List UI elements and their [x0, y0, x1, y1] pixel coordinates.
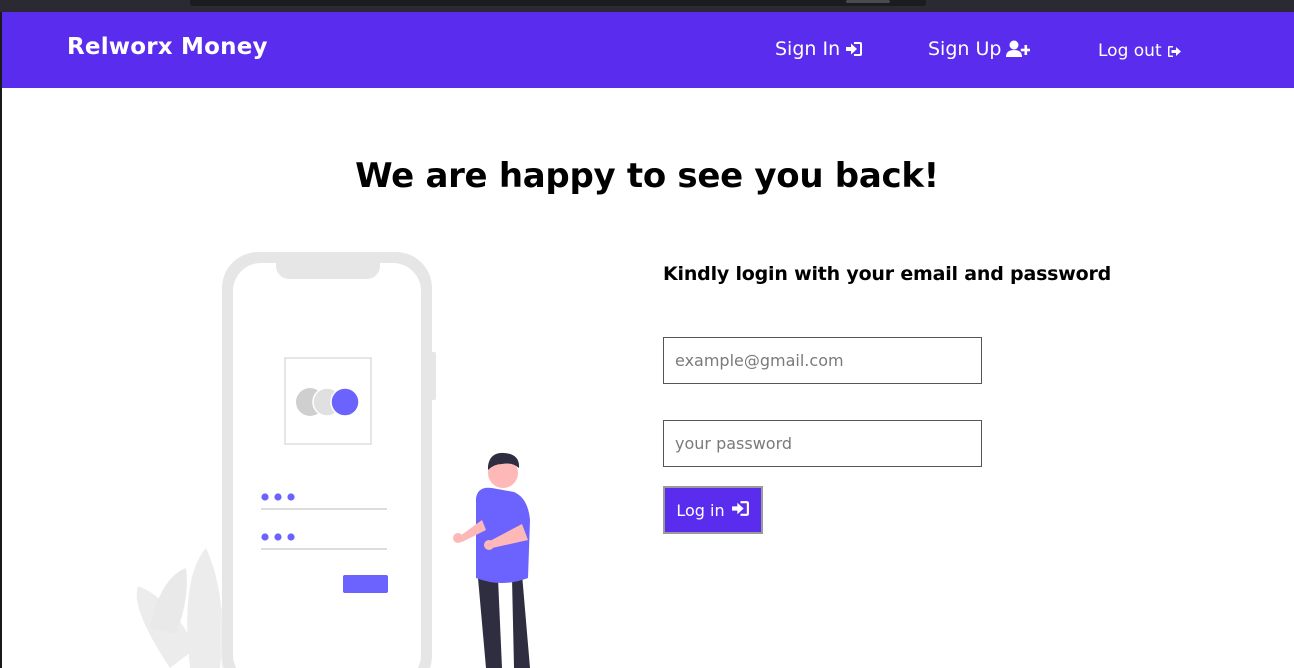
sign-in-icon	[845, 41, 863, 57]
nav-sign-in-label: Sign In	[775, 38, 841, 60]
nav-sign-in[interactable]: Sign In	[775, 38, 863, 60]
window-edge	[0, 12, 2, 668]
brand-logo[interactable]: Relworx Money	[67, 34, 268, 60]
login-instructions: Kindly login with your email and passwor…	[663, 263, 1112, 285]
browser-tab-handle	[846, 0, 890, 3]
page: Relworx Money Sign In Sign Up Log out We…	[0, 0, 1294, 668]
browser-tab-strip	[190, 0, 926, 6]
person-illustration	[453, 452, 530, 668]
page-title: We are happy to see you back!	[355, 156, 939, 196]
nav-log-out[interactable]: Log out	[1098, 41, 1182, 61]
nav-sign-up[interactable]: Sign Up	[928, 38, 1031, 60]
user-plus-icon	[1006, 40, 1031, 58]
login-button[interactable]: Log in	[663, 486, 763, 534]
browser-chrome	[0, 0, 1294, 12]
email-field[interactable]	[663, 337, 982, 384]
sign-out-icon	[1167, 45, 1182, 58]
login-button-label: Log in	[676, 500, 725, 520]
sign-in-icon	[731, 500, 750, 521]
navbar: Relworx Money Sign In Sign Up Log out	[2, 12, 1294, 88]
nav-sign-up-label: Sign Up	[928, 38, 1002, 60]
login-illustration	[130, 248, 550, 668]
password-field[interactable]	[663, 420, 982, 467]
nav-log-out-label: Log out	[1098, 41, 1162, 61]
